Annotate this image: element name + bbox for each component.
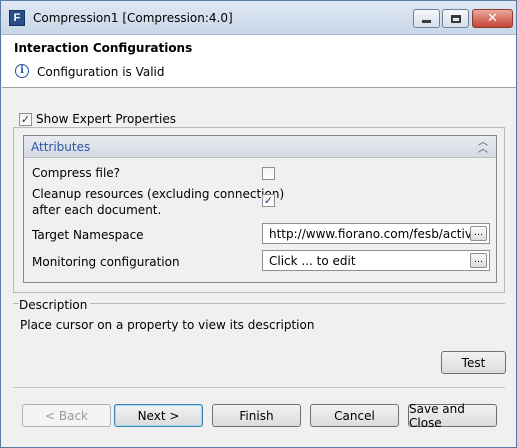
dialog-window: F Compression1 [Compression:4.0] ✕ Inter…	[0, 0, 517, 448]
target-namespace-value: http://www.fiorano.com/fesb/activity	[269, 227, 488, 241]
compress-file-checkbox[interactable]	[262, 167, 275, 180]
checkbox-checked[interactable]: ✓	[19, 112, 32, 126]
monitoring-configuration-label: Monitoring configuration	[32, 255, 180, 269]
maximize-icon	[450, 14, 461, 23]
cancel-button[interactable]: Cancel	[310, 404, 399, 427]
property-sheet: Attributes ︿ ︿ Compress file? Cleanup res…	[23, 135, 497, 283]
info-icon: i	[15, 64, 29, 78]
finish-button[interactable]: Finish	[212, 404, 301, 427]
description-title: Description	[19, 298, 91, 312]
cleanup-resources-label: Cleanup resources (excluding connection)	[32, 187, 285, 201]
close-button[interactable]: ✕	[472, 9, 513, 28]
ellipsis-button-icon[interactable]: …	[470, 253, 487, 268]
target-namespace-label: Target Namespace	[32, 228, 144, 242]
show-expert-properties-checkbox[interactable]: ✓ Show Expert Properties	[19, 112, 176, 126]
validation-status: Configuration is Valid	[37, 65, 165, 79]
target-namespace-field[interactable]: http://www.fiorano.com/fesb/activity …	[262, 223, 490, 244]
close-icon: ✕	[487, 11, 498, 26]
minimize-icon	[422, 20, 431, 23]
app-icon: F	[9, 10, 25, 26]
back-button[interactable]: < Back	[22, 404, 111, 427]
description-text: Place cursor on a property to view its d…	[20, 318, 315, 332]
window-title: Compression1 [Compression:4.0]	[33, 11, 233, 25]
compress-file-label: Compress file?	[32, 166, 121, 180]
cleanup-resources-label-line2: after each document.	[32, 203, 162, 217]
maximize-button[interactable]	[442, 9, 469, 28]
ellipsis-button-icon[interactable]: …	[470, 226, 487, 241]
page-title: Interaction Configurations	[14, 41, 193, 55]
attributes-label: Attributes	[31, 140, 91, 154]
save-and-close-button[interactable]: Save and Close	[408, 402, 497, 430]
title-bar[interactable]: F Compression1 [Compression:4.0] ✕	[1, 1, 516, 35]
test-button[interactable]: Test	[441, 351, 506, 374]
wizard-header: Interaction Configurations i Configurati…	[2, 35, 516, 88]
monitoring-configuration-value: Click ... to edit	[269, 254, 356, 268]
attributes-section-header[interactable]: Attributes ︿ ︿	[24, 136, 496, 158]
show-expert-properties-label: Show Expert Properties	[36, 112, 176, 126]
next-button[interactable]: Next >	[114, 404, 203, 427]
cleanup-resources-checkbox[interactable]: ✓	[262, 194, 275, 207]
button-bar-separator	[13, 387, 505, 388]
monitoring-configuration-field[interactable]: Click ... to edit …	[262, 250, 490, 271]
double-chevron-up-icon[interactable]: ︿ ︿	[478, 138, 488, 155]
minimize-button[interactable]	[413, 9, 440, 28]
